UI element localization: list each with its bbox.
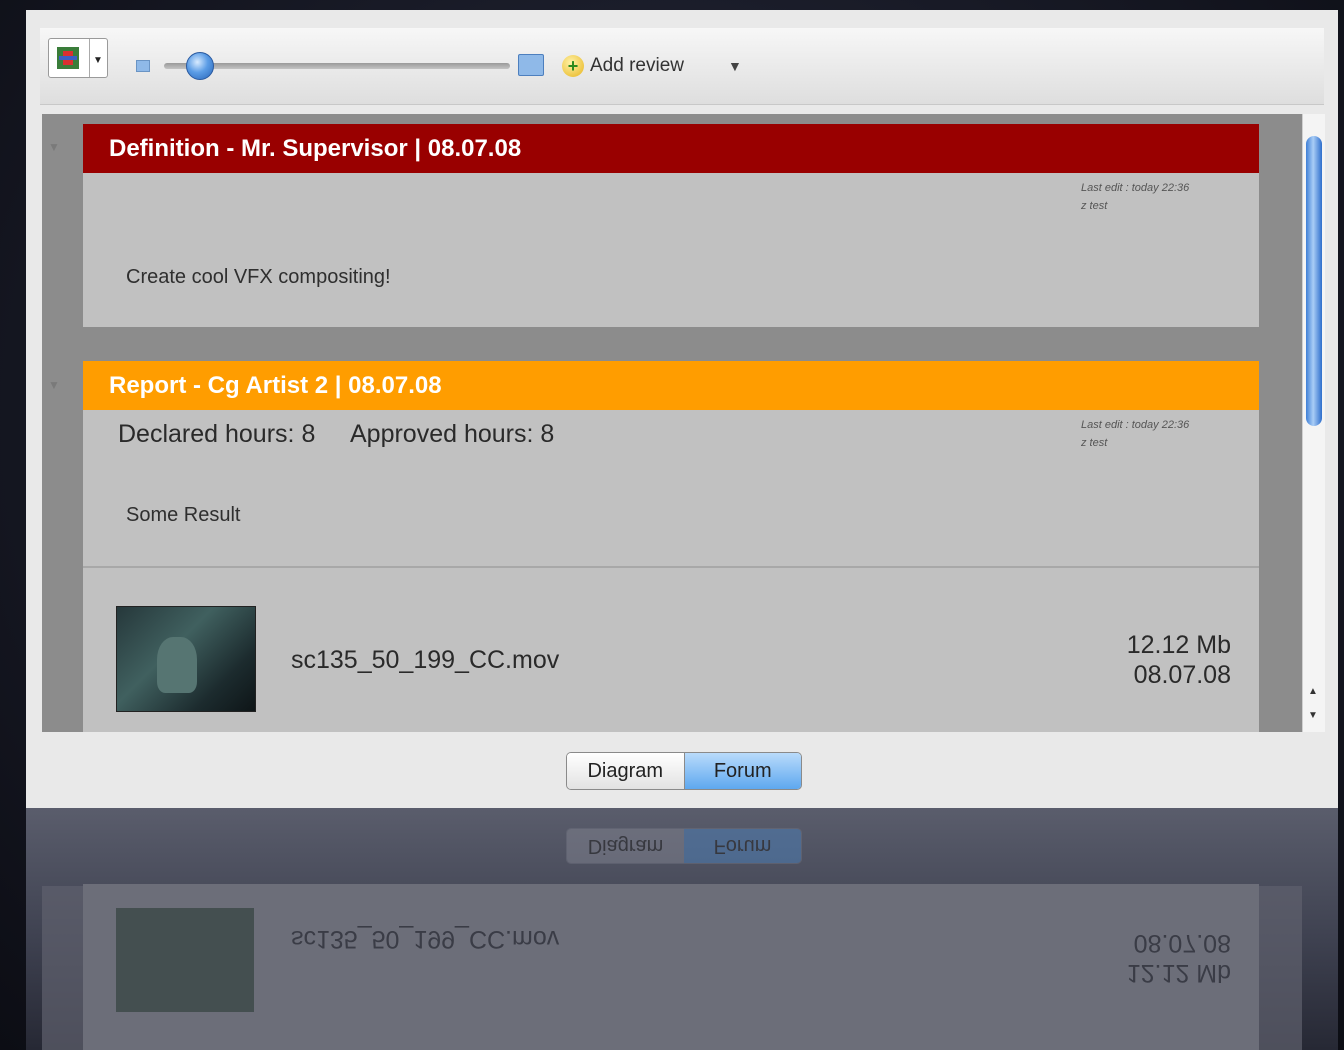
report-body: Declared hours: 8 Approved hours: 8 Last… — [83, 410, 1259, 566]
reflected-tab-diagram: Diagram — [567, 829, 684, 863]
attachment-row[interactable]: sc135_50_199_CC.mov 12.12 Mb 08.07.08 — [83, 566, 1259, 732]
toolbar-dropdown-arrow[interactable]: ▼ — [728, 58, 742, 74]
vertical-scrollbar[interactable]: ▲ ▼ — [1302, 114, 1325, 732]
last-edit-text: Last edit : today 22:36 — [1081, 182, 1190, 194]
report-last-edit: Last edit : today 22:36 z test — [1081, 416, 1189, 452]
approved-hours-value: 8 — [540, 420, 555, 448]
last-edit-text: Last edit : today 22:36 — [1081, 419, 1190, 431]
tab-forum[interactable]: Forum — [683, 753, 801, 789]
reflected-view-switch: Diagram Forum — [566, 828, 802, 864]
add-review-icon: + — [562, 55, 584, 77]
video-thumbnail[interactable] — [116, 606, 256, 712]
report-text: Some Result — [126, 504, 241, 526]
reflected-panel — [42, 886, 1302, 1050]
collapse-triangle-icon[interactable]: ▼ — [48, 378, 60, 392]
small-thumbnail-icon[interactable] — [136, 60, 150, 72]
zoom-slider[interactable] — [164, 63, 510, 69]
reflected-meta: 12.12 Mb 08.07.08 — [1127, 928, 1231, 988]
thumbnail-figure — [157, 637, 197, 693]
declared-hours-value: 8 — [301, 420, 316, 448]
definition-header: Definition - Mr. Supervisor | 08.07.08 — [83, 124, 1259, 173]
collapse-triangle-icon[interactable]: ▼ — [48, 140, 60, 154]
zoom-slider-knob[interactable] — [186, 52, 214, 80]
picker-separator — [89, 39, 90, 77]
forum-panel: ▼ Definition - Mr. Supervisor | 08.07.08… — [42, 114, 1302, 732]
approved-hours: Approved hours: 8 — [350, 420, 554, 449]
reflected-tab-forum: Forum — [684, 829, 801, 863]
add-review-button[interactable]: + Add review — [562, 52, 684, 80]
view-switch: Diagram Forum — [566, 752, 802, 790]
reflected-filename: sc135_50_199_CC.mov — [291, 925, 560, 953]
color-swatch-icon — [57, 47, 79, 69]
definition-text: Create cool VFX compositing! — [126, 266, 391, 288]
last-edit-user: z test — [1081, 437, 1108, 449]
icon-picker-button[interactable]: ▼ — [48, 38, 108, 78]
last-edit-user: z test — [1081, 200, 1108, 212]
reflected-date: 08.07.08 — [1133, 929, 1231, 957]
scroll-down-arrow-icon[interactable]: ▼ — [1308, 710, 1318, 721]
scrollbar-thumb[interactable] — [1306, 136, 1322, 426]
definition-body: Last edit : today 22:36 z test Create co… — [83, 173, 1259, 327]
window-reflection: Diagram Forum sc135_50_199_CC.mov 12.12 … — [26, 808, 1338, 1050]
caret-down-icon[interactable]: ▼ — [93, 55, 103, 66]
tab-diagram[interactable]: Diagram — [567, 753, 684, 789]
report-header: Report - Cg Artist 2 | 08.07.08 — [83, 361, 1259, 410]
attachment-size: 12.12 Mb — [1126, 631, 1231, 659]
attachment-filename[interactable]: sc135_50_199_CC.mov — [291, 646, 559, 675]
reflected-thumbnail — [116, 908, 254, 1012]
large-thumbnail-icon[interactable] — [518, 54, 544, 76]
reflected-size: 12.12 Mb — [1126, 959, 1231, 987]
reflected-attachment-row: sc135_50_199_CC.mov 12.12 Mb 08.07.08 — [83, 884, 1259, 1050]
review-window: ▼ + Add review ▼ ▼ Definition - Mr. Supe… — [26, 10, 1338, 808]
definition-last-edit: Last edit : today 22:36 z test — [1081, 179, 1189, 215]
attachment-meta: 12.12 Mb 08.07.08 — [1127, 630, 1231, 690]
toolbar: ▼ + Add review ▼ — [40, 28, 1324, 105]
add-review-label: Add review — [590, 55, 684, 76]
approved-hours-label: Approved hours: — [350, 420, 534, 448]
scroll-up-arrow-icon[interactable]: ▲ — [1308, 686, 1318, 697]
attachment-date: 08.07.08 — [1133, 661, 1231, 689]
declared-hours: Declared hours: 8 — [118, 420, 315, 449]
declared-hours-label: Declared hours: — [118, 420, 295, 448]
